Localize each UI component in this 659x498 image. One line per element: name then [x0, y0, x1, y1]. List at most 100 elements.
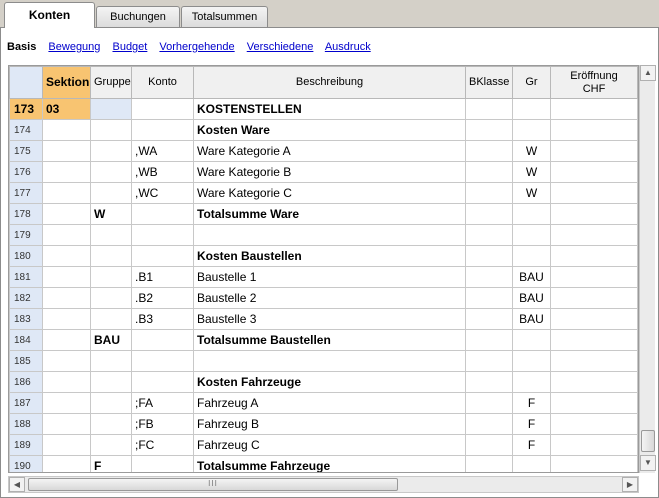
cell-sektion[interactable]	[42, 308, 91, 330]
view-bewegung[interactable]: Bewegung	[48, 41, 100, 53]
table-row[interactable]: 176 ,WB Ware Kategorie B W	[9, 161, 638, 183]
cell-gr[interactable]	[512, 455, 551, 472]
scroll-right-button[interactable]: ▶	[622, 477, 638, 492]
view-vorhergehende[interactable]: Vorhergehende	[159, 41, 234, 53]
table-row[interactable]: 180 Kosten Baustellen	[9, 245, 638, 267]
cell-bklasse[interactable]	[465, 287, 513, 309]
tab-totalsummen[interactable]: Totalsummen	[181, 6, 268, 27]
cell-gr[interactable]: BAU	[512, 266, 551, 288]
cell-gruppe[interactable]	[90, 224, 132, 246]
table-row[interactable]: 173 03 KOSTENSTELLEN	[9, 98, 638, 120]
table-row[interactable]: 188 ;FB Fahrzeug B F	[9, 413, 638, 435]
cell-konto[interactable]: .B2	[131, 287, 194, 309]
cell-beschreibung[interactable]: Baustelle 3	[193, 308, 466, 330]
cell-konto[interactable]	[131, 98, 194, 120]
cell-konto[interactable]	[131, 371, 194, 393]
cell-bklasse[interactable]	[465, 98, 513, 120]
row-number-cell[interactable]: 173	[9, 98, 43, 120]
cell-bklasse[interactable]	[465, 455, 513, 472]
cell-konto[interactable]: ;FB	[131, 413, 194, 435]
header-bklasse[interactable]: BKlasse	[465, 66, 513, 99]
table-row[interactable]: 186 Kosten Fahrzeuge	[9, 371, 638, 393]
cell-gruppe[interactable]	[90, 161, 132, 183]
cell-sektion[interactable]	[42, 119, 91, 141]
cell-eroeffnung[interactable]	[550, 119, 638, 141]
cell-gr[interactable]: W	[512, 140, 551, 162]
cell-gr[interactable]: BAU	[512, 287, 551, 309]
cell-konto[interactable]	[131, 224, 194, 246]
table-row[interactable]: 174 Kosten Ware	[9, 119, 638, 141]
cell-konto[interactable]: .B1	[131, 266, 194, 288]
row-number-cell[interactable]: 176	[9, 161, 43, 183]
row-number-cell[interactable]: 178	[9, 203, 43, 225]
header-konto[interactable]: Konto	[131, 66, 194, 99]
cell-bklasse[interactable]	[465, 434, 513, 456]
cell-beschreibung[interactable]: Totalsumme Fahrzeuge	[193, 455, 466, 472]
cell-konto[interactable]: ,WA	[131, 140, 194, 162]
cell-beschreibung[interactable]: Kosten Ware	[193, 119, 466, 141]
row-number-cell[interactable]: 189	[9, 434, 43, 456]
table-row[interactable]: 182 .B2 Baustelle 2 BAU	[9, 287, 638, 309]
cell-sektion[interactable]	[42, 329, 91, 351]
cell-sektion[interactable]	[42, 350, 91, 372]
cell-bklasse[interactable]	[465, 203, 513, 225]
table-row[interactable]: 177 ,WC Ware Kategorie C W	[9, 182, 638, 204]
cell-sektion[interactable]	[42, 161, 91, 183]
cell-gr[interactable]	[512, 98, 551, 120]
cell-eroeffnung[interactable]	[550, 140, 638, 162]
vertical-scrollbar[interactable]: ▲ ▼	[639, 65, 656, 473]
cell-bklasse[interactable]	[465, 245, 513, 267]
cell-sektion[interactable]	[42, 203, 91, 225]
cell-gruppe[interactable]	[90, 140, 132, 162]
header-eroeffnung[interactable]: Eröffnung CHF	[550, 66, 638, 99]
header-gr[interactable]: Gr	[512, 66, 551, 99]
cell-gruppe[interactable]	[90, 392, 132, 414]
cell-beschreibung[interactable]: Fahrzeug B	[193, 413, 466, 435]
cell-gr[interactable]: W	[512, 161, 551, 183]
cell-beschreibung[interactable]: Totalsumme Ware	[193, 203, 466, 225]
cell-bklasse[interactable]	[465, 140, 513, 162]
table-row[interactable]: 185	[9, 350, 638, 372]
cell-gr[interactable]	[512, 329, 551, 351]
cell-beschreibung[interactable]: Baustelle 2	[193, 287, 466, 309]
header-rownum[interactable]	[9, 66, 43, 99]
view-basis[interactable]: Basis	[7, 41, 36, 53]
table-row[interactable]: 178 W Totalsumme Ware	[9, 203, 638, 225]
cell-sektion[interactable]	[42, 371, 91, 393]
row-number-cell[interactable]: 183	[9, 308, 43, 330]
cell-eroeffnung[interactable]	[550, 224, 638, 246]
cell-beschreibung[interactable]: Ware Kategorie A	[193, 140, 466, 162]
cell-bklasse[interactable]	[465, 392, 513, 414]
row-number-cell[interactable]: 182	[9, 287, 43, 309]
cell-eroeffnung[interactable]	[550, 203, 638, 225]
cell-gr[interactable]: W	[512, 182, 551, 204]
cell-sektion[interactable]	[42, 266, 91, 288]
cell-sektion[interactable]	[42, 455, 91, 472]
cell-konto[interactable]: ,WB	[131, 161, 194, 183]
view-budget[interactable]: Budget	[112, 41, 147, 53]
row-number-cell[interactable]: 187	[9, 392, 43, 414]
row-number-cell[interactable]: 181	[9, 266, 43, 288]
row-number-cell[interactable]: 185	[9, 350, 43, 372]
table-row[interactable]: 184 BAU Totalsumme Baustellen	[9, 329, 638, 351]
cell-konto[interactable]: ,WC	[131, 182, 194, 204]
cell-eroeffnung[interactable]	[550, 161, 638, 183]
cell-sektion[interactable]: 03	[42, 98, 91, 120]
table-row[interactable]: 179	[9, 224, 638, 246]
cell-konto[interactable]: ;FA	[131, 392, 194, 414]
cell-gruppe[interactable]: F	[90, 455, 132, 472]
cell-gruppe[interactable]	[90, 266, 132, 288]
cell-eroeffnung[interactable]	[550, 434, 638, 456]
cell-beschreibung[interactable]: Ware Kategorie C	[193, 182, 466, 204]
cell-beschreibung[interactable]: Ware Kategorie B	[193, 161, 466, 183]
cell-gr[interactable]	[512, 350, 551, 372]
scroll-left-button[interactable]: ◀	[9, 477, 25, 492]
cell-gr[interactable]: F	[512, 392, 551, 414]
cell-eroeffnung[interactable]	[550, 245, 638, 267]
scroll-up-button[interactable]: ▲	[640, 65, 656, 81]
tab-buchungen[interactable]: Buchungen	[96, 6, 180, 27]
table-row[interactable]: 187 ;FA Fahrzeug A F	[9, 392, 638, 414]
cell-gruppe[interactable]: W	[90, 203, 132, 225]
cell-bklasse[interactable]	[465, 329, 513, 351]
cell-sektion[interactable]	[42, 140, 91, 162]
